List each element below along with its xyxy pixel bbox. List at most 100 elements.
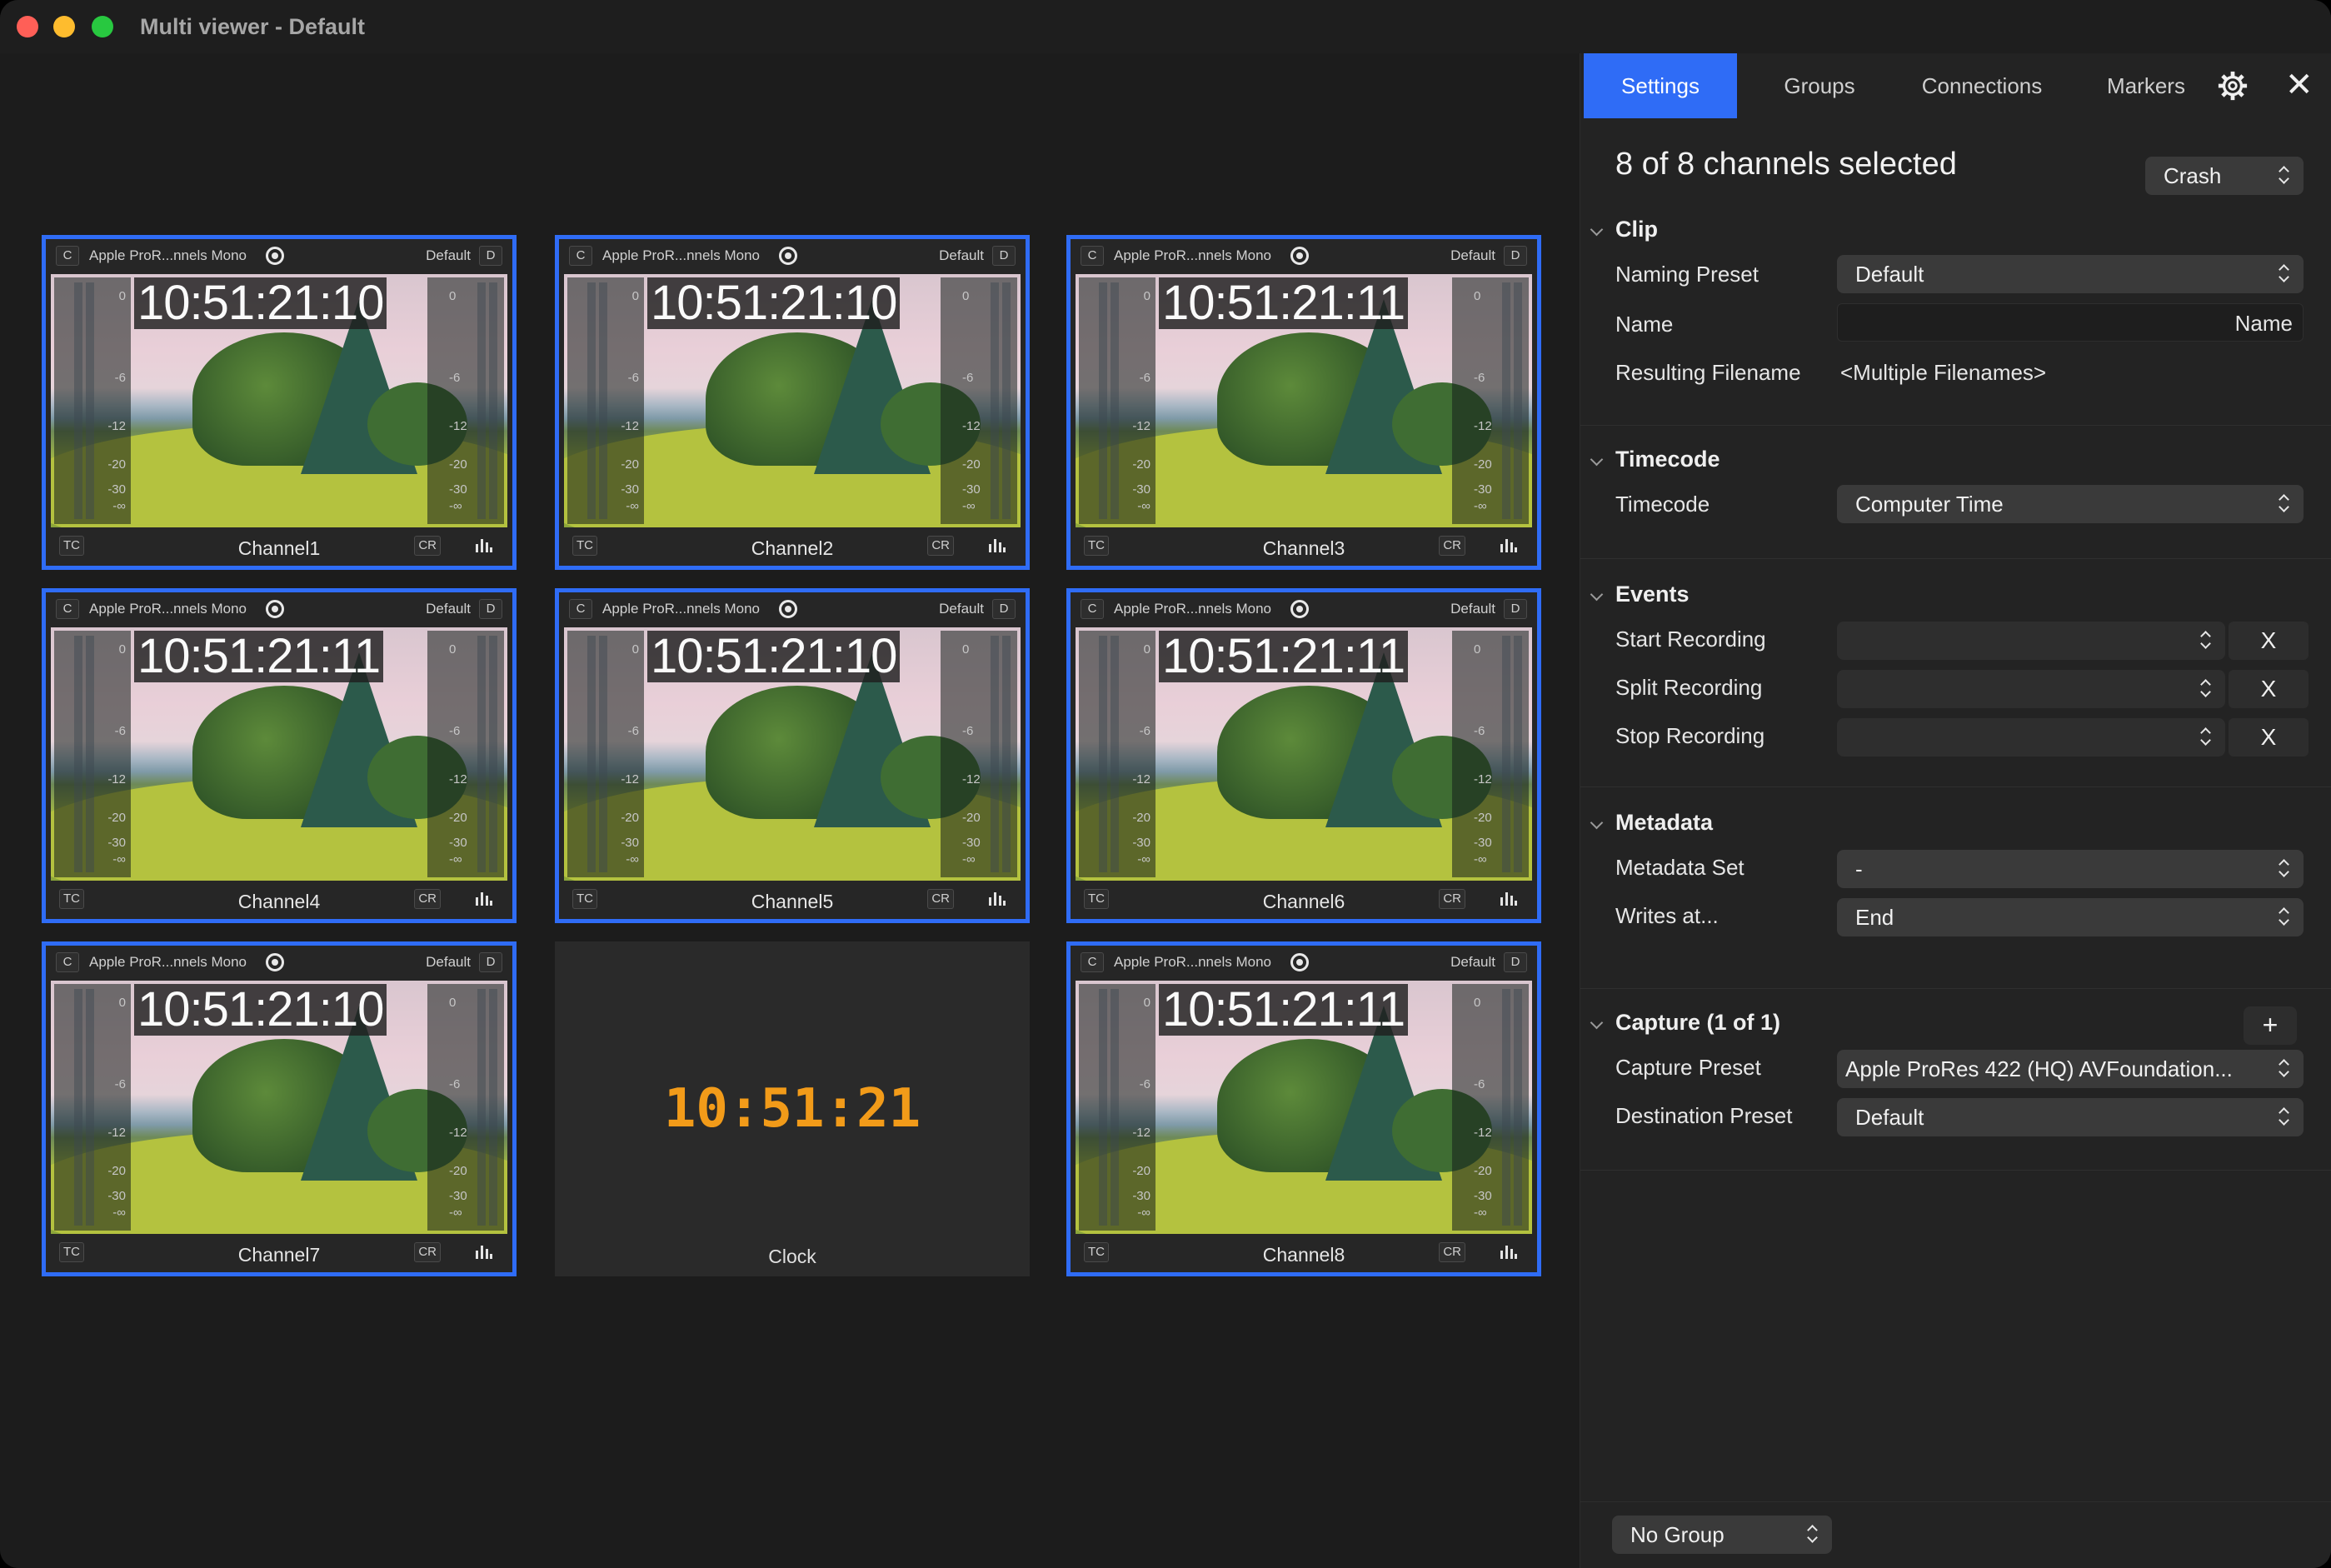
cr-badge[interactable]: CR — [414, 536, 441, 556]
metadata-set-select[interactable]: - — [1837, 850, 2304, 888]
audio-bars-icon[interactable] — [474, 889, 492, 907]
clear-split-recording-button[interactable]: X — [2229, 670, 2309, 708]
gear-icon[interactable] — [2217, 70, 2249, 102]
channel-tile[interactable]: C Apple ProR...nnels Mono Default D 0 -6 -… — [555, 588, 1030, 923]
destination-preset-select[interactable]: Default — [1837, 1098, 2304, 1136]
capture-section-header[interactable]: Capture (1 of 1) — [1615, 1010, 1780, 1036]
c-badge[interactable]: C — [56, 246, 79, 266]
c-badge[interactable]: C — [1081, 952, 1104, 972]
channel-tile[interactable]: C Apple ProR...nnels Mono Default D 0 -6 -… — [42, 235, 517, 570]
meter-tick-label: -30 — [962, 482, 981, 497]
audio-bars-icon[interactable] — [1499, 889, 1517, 907]
naming-preset-value: Default — [1855, 262, 1924, 287]
close-window-button[interactable] — [17, 16, 38, 37]
clear-stop-recording-button[interactable]: X — [2229, 718, 2309, 757]
audio-bars-icon[interactable] — [474, 1242, 492, 1261]
clip-disclosure-icon[interactable] — [1590, 222, 1604, 237]
d-badge[interactable]: D — [479, 246, 502, 266]
c-badge[interactable]: C — [1081, 246, 1104, 266]
minimize-window-button[interactable] — [53, 16, 75, 37]
meter-tick-label: -6 — [114, 1077, 126, 1091]
cr-badge[interactable]: CR — [1439, 1242, 1465, 1262]
writes-at-select[interactable]: End — [1837, 898, 2304, 936]
channel-tile[interactable]: C Apple ProR...nnels Mono Default D 0 -6 -… — [1066, 588, 1541, 923]
channel-tile[interactable]: C Apple ProR...nnels Mono Default D 0 -6 -… — [42, 588, 517, 923]
stop-recording-select[interactable] — [1837, 718, 2225, 757]
metadata-disclosure-icon[interactable] — [1590, 816, 1604, 830]
cr-badge[interactable]: CR — [1439, 536, 1465, 556]
mode-select-value: Crash — [2164, 163, 2222, 188]
d-badge[interactable]: D — [992, 599, 1016, 619]
capture-disclosure-icon[interactable] — [1590, 1016, 1604, 1030]
tab-markers[interactable]: Markers — [2075, 53, 2217, 118]
tab-connections[interactable]: Connections — [1895, 53, 2069, 118]
preset-label: Default — [1450, 954, 1495, 970]
audio-bars-icon[interactable] — [987, 889, 1006, 907]
timecode-select-value: Computer Time — [1855, 492, 2004, 517]
channel-tile[interactable]: C Apple ProR...nnels Mono Default D 0 -6 -… — [555, 235, 1030, 570]
audio-bars-icon[interactable] — [474, 536, 492, 554]
tile-header: C Apple ProR...nnels Mono Default D — [559, 239, 1026, 274]
record-indicator-icon[interactable] — [1290, 600, 1309, 618]
record-indicator-icon[interactable] — [266, 953, 284, 971]
timecode-select[interactable]: Computer Time — [1837, 485, 2304, 523]
c-badge[interactable]: C — [56, 952, 79, 972]
c-badge[interactable]: C — [56, 599, 79, 619]
channel-tile[interactable]: C Apple ProR...nnels Mono Default D 0 -6 -… — [42, 941, 517, 1276]
meter-tick-label: -30 — [107, 1189, 126, 1203]
cr-badge[interactable]: CR — [414, 889, 441, 909]
record-indicator-icon[interactable] — [1290, 247, 1309, 265]
zoom-window-button[interactable] — [92, 16, 113, 37]
meter-tick-label: -6 — [627, 724, 639, 738]
metadata-section-header[interactable]: Metadata — [1615, 810, 1713, 836]
d-badge[interactable]: D — [479, 599, 502, 619]
meter-tick-label: -30 — [1474, 836, 1492, 850]
resulting-filename-value: <Multiple Filenames> — [1840, 360, 2047, 385]
tab-groups[interactable]: Groups — [1764, 53, 1875, 118]
record-indicator-icon[interactable] — [266, 247, 284, 265]
tab-settings[interactable]: Settings — [1584, 53, 1737, 118]
cr-badge[interactable]: CR — [1439, 889, 1465, 909]
meter-tick-label: -12 — [107, 772, 126, 786]
d-badge[interactable]: D — [479, 952, 502, 972]
c-badge[interactable]: C — [1081, 599, 1104, 619]
audio-bars-icon[interactable] — [1499, 536, 1517, 554]
record-indicator-icon[interactable] — [779, 600, 797, 618]
events-section-header[interactable]: Events — [1615, 582, 1690, 607]
record-indicator-icon[interactable] — [779, 247, 797, 265]
preset-label: Default — [939, 247, 984, 263]
audio-meter-right: 0 -6 -12 -20 -30 -∞ — [1452, 984, 1529, 1231]
c-badge[interactable]: C — [569, 599, 592, 619]
timecode-section-header[interactable]: Timecode — [1615, 447, 1720, 472]
c-badge[interactable]: C — [569, 246, 592, 266]
clip-section-header[interactable]: Clip — [1615, 217, 1658, 242]
channel-tile[interactable]: C Apple ProR...nnels Mono Default D 0 -6 -… — [1066, 235, 1541, 570]
record-indicator-icon[interactable] — [266, 600, 284, 618]
meter-tick-label: -30 — [1474, 482, 1492, 497]
group-select[interactable]: No Group — [1612, 1516, 1832, 1554]
cr-badge[interactable]: CR — [927, 536, 954, 556]
capture-preset-select[interactable]: Apple ProRes 422 (HQ) AVFoundation... — [1837, 1050, 2304, 1088]
d-badge[interactable]: D — [992, 246, 1016, 266]
record-indicator-icon[interactable] — [1290, 953, 1309, 971]
mode-select[interactable]: Crash — [2145, 157, 2304, 195]
d-badge[interactable]: D — [1504, 952, 1527, 972]
add-capture-button[interactable]: + — [2244, 1006, 2297, 1045]
cr-badge[interactable]: CR — [414, 1242, 441, 1262]
split-recording-select[interactable] — [1837, 670, 2225, 708]
events-disclosure-icon[interactable] — [1590, 587, 1604, 602]
start-recording-select[interactable] — [1837, 622, 2225, 660]
d-badge[interactable]: D — [1504, 599, 1527, 619]
close-panel-icon[interactable]: ✕ — [2285, 65, 2314, 105]
d-badge[interactable]: D — [1504, 246, 1527, 266]
timecode-disclosure-icon[interactable] — [1590, 452, 1604, 467]
audio-bars-icon[interactable] — [987, 536, 1006, 554]
meter-tick-label: -∞ — [962, 852, 976, 866]
name-input[interactable]: Name — [1837, 303, 2304, 342]
clear-start-recording-button[interactable]: X — [2229, 622, 2309, 660]
naming-preset-select[interactable]: Default — [1837, 255, 2304, 293]
cr-badge[interactable]: CR — [927, 889, 954, 909]
clock-tile[interactable]: 10:51:21 Clock — [555, 941, 1030, 1276]
audio-bars-icon[interactable] — [1499, 1242, 1517, 1261]
channel-tile[interactable]: C Apple ProR...nnels Mono Default D 0 -6 -… — [1066, 941, 1541, 1276]
